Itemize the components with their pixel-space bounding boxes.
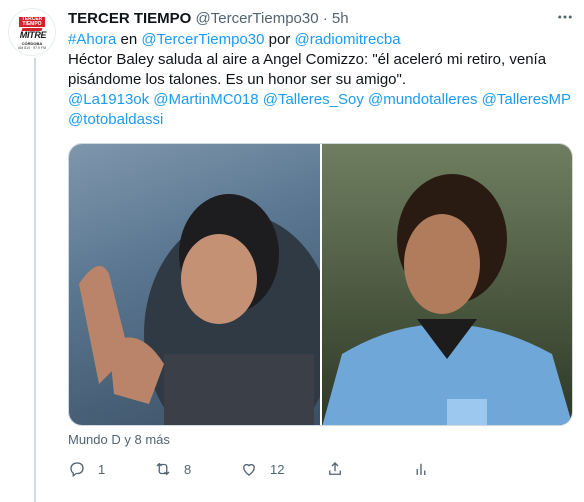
tweet-text: #Ahora en @TercerTiempo30 por @radiomitr…	[68, 30, 573, 130]
author-handle[interactable]: @TercerTiempo30	[196, 10, 319, 27]
retweet-icon	[156, 462, 170, 476]
photo-left[interactable]	[69, 144, 320, 425]
mention-link[interactable]: @Talleres_Soy	[263, 91, 364, 108]
tweet-media	[68, 143, 573, 426]
text-connector-en: en	[116, 31, 142, 48]
avatar-badge: TERCER TIEMPO	[19, 17, 45, 27]
reply-count: 1	[98, 461, 106, 477]
mention-link[interactable]: @La1913ok	[68, 91, 149, 108]
tweet-actions: 1 8 12	[68, 456, 498, 482]
mention-link[interactable]: @TalleresMP	[482, 91, 571, 108]
thread-line	[34, 58, 36, 502]
analytics-button[interactable]	[412, 460, 498, 478]
author-name[interactable]: TERCER TIEMPO	[68, 10, 191, 27]
text-connector-por: por	[264, 31, 295, 48]
retweet-count: 8	[184, 461, 192, 477]
hashtag-link[interactable]: #Ahora	[68, 31, 116, 48]
mention-link[interactable]: @TercerTiempo30	[141, 31, 264, 48]
photo-right[interactable]	[321, 144, 572, 425]
like-button[interactable]: 12	[240, 460, 326, 478]
reply-icon	[70, 462, 84, 478]
reply-context[interactable]: Mundo D y 8 más	[68, 432, 170, 447]
tweet-time[interactable]: 5h	[332, 10, 349, 27]
share-icon	[329, 462, 341, 475]
tweet-body: Héctor Baley saluda al aire a Angel Comi…	[68, 51, 547, 88]
mention-link[interactable]: @MartinMC018	[153, 91, 258, 108]
mention-link[interactable]: @radiomitrecba	[294, 31, 400, 48]
mention-link[interactable]: @mundotalleres	[368, 91, 477, 108]
analytics-icon	[416, 463, 426, 475]
avatar[interactable]: TERCER TIEMPO MITRE CÓRDOBA AM 810 · 97.…	[8, 8, 56, 56]
share-button[interactable]	[326, 460, 412, 478]
tweet-content: TERCER TIEMPO @TercerTiempo30 · 5h #Ahor…	[68, 8, 573, 130]
mention-link[interactable]: @totobaldassi	[68, 111, 163, 128]
reply-button[interactable]: 1	[68, 460, 154, 478]
like-count: 12	[270, 461, 285, 477]
retweet-button[interactable]: 8	[154, 460, 240, 478]
avatar-brand: MITRE	[19, 30, 47, 40]
like-icon	[243, 463, 255, 476]
tweet-header: TERCER TIEMPO @TercerTiempo30 · 5h	[68, 8, 573, 30]
header-separator: ·	[322, 10, 328, 27]
avatar-frequency: AM 810 · 97.9 FM	[17, 46, 46, 50]
